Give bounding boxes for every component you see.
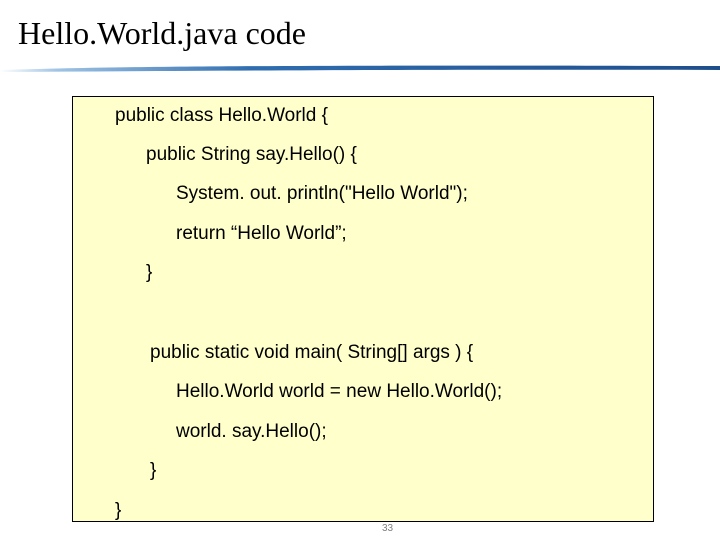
code-line-say-hello-declaration: public String say.Hello() { xyxy=(146,144,357,165)
code-line-main-declaration: public static void main( String[] args )… xyxy=(150,342,474,363)
page-number: 33 xyxy=(382,523,394,534)
slide-title: Hello.World.java code xyxy=(18,15,306,51)
code-line-close-class: } xyxy=(115,500,122,521)
code-line-close-say-hello: } xyxy=(146,262,153,283)
code-line-println: System. out. println("Hello World"); xyxy=(176,183,468,204)
code-line-return: return “Hello World”; xyxy=(176,223,347,244)
title-rule xyxy=(0,64,720,74)
code-line-instantiate: Hello.World world = new Hello.World(); xyxy=(176,381,503,402)
code-line-class-declaration: public class Hello.World { xyxy=(115,105,328,126)
code-line-close-main: } xyxy=(150,460,157,481)
code-line-call-say-hello: world. say.Hello(); xyxy=(176,421,327,442)
